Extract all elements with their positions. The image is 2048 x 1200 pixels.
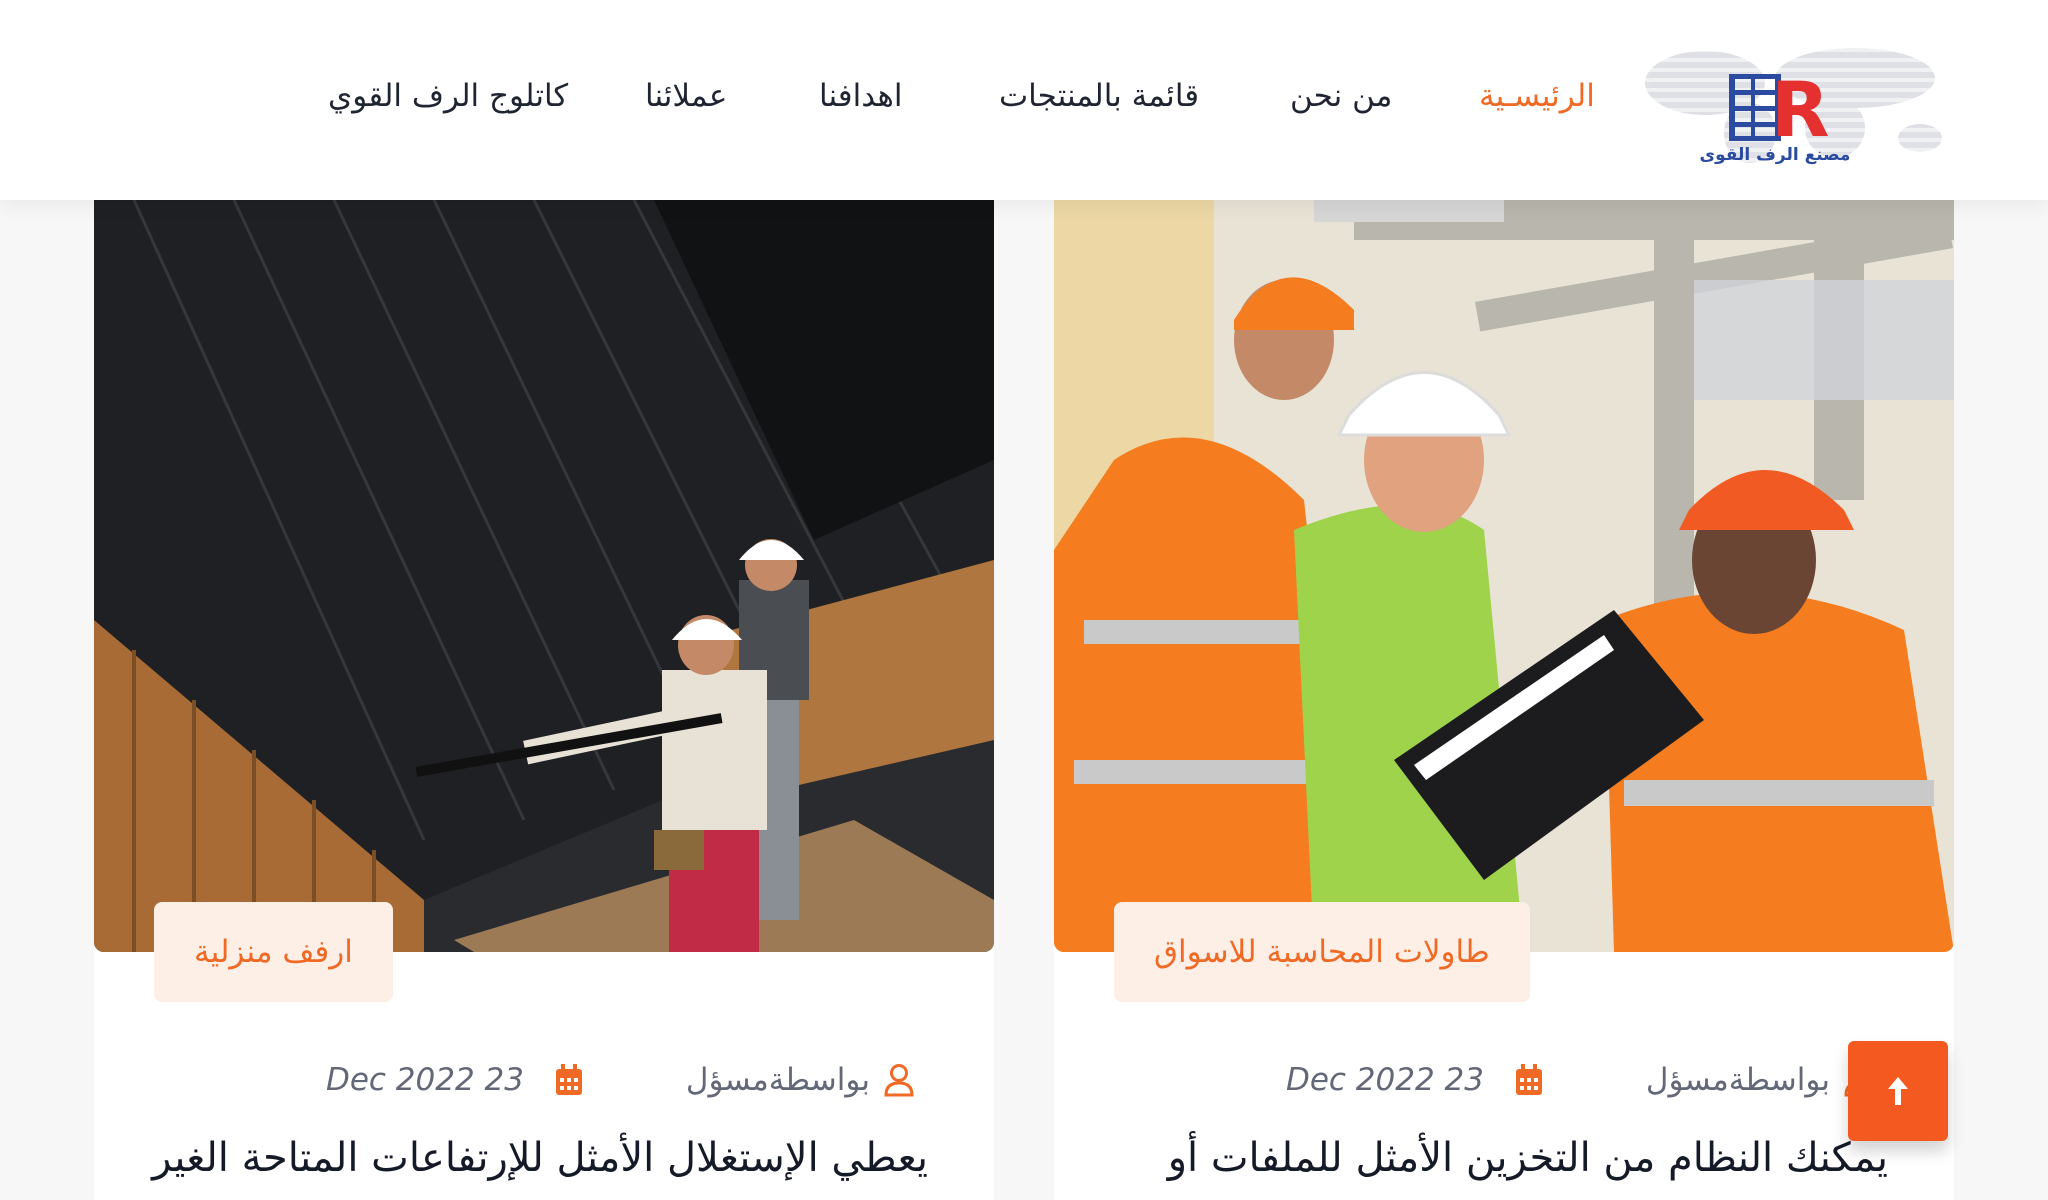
svg-text:مصنع الرف القوى: مصنع الرف القوى	[1700, 145, 1851, 165]
svg-text:R: R	[1771, 65, 1830, 154]
post-date: Dec 2022 23	[326, 1055, 584, 1105]
author-name: بواسطةمسؤل	[685, 1062, 870, 1098]
post-author[interactable]: بواسطةمسؤل	[1646, 1055, 1874, 1105]
post-author[interactable]: بواسطةمسؤل	[686, 1055, 914, 1105]
arrow-up-icon	[1888, 1077, 1908, 1105]
post-category-tag[interactable]: طاولات المحاسبة للاسواق	[1114, 902, 1530, 1002]
post-date: Dec 2022 23	[1286, 1055, 1544, 1105]
post-category-tag[interactable]: ارفف منزلية	[154, 902, 393, 1002]
site-header: R مصنع الرف القوى الرئيسـية من نحن قائمة…	[0, 0, 2048, 200]
author-name: بواسطةمسؤل	[1645, 1062, 1830, 1098]
post-image-workers[interactable]	[1054, 200, 1954, 952]
nav-products[interactable]: قائمة بالمنتجات	[999, 78, 1199, 122]
logo-graphic: R مصنع الرف القوى	[1635, 28, 1955, 165]
workers-illustration	[1054, 200, 1954, 952]
site-logo[interactable]: R مصنع الرف القوى	[1635, 28, 1955, 174]
user-icon	[884, 1064, 914, 1097]
nav-clients[interactable]: عملائنا	[645, 78, 727, 122]
blog-card[interactable]: ارفف منزلية بواسطةمسؤل Dec 2022 23 يعطي …	[94, 200, 994, 1200]
post-title[interactable]: يمكنك النظام من التخزين الأمثل للملفات أ…	[1168, 1135, 1888, 1181]
date-text: Dec 2022 23	[1285, 1062, 1484, 1098]
nav-home[interactable]: الرئيسـية	[1479, 78, 1595, 122]
calendar-icon	[556, 1064, 582, 1095]
date-text: Dec 2022 23	[325, 1062, 524, 1098]
calendar-icon	[1516, 1064, 1542, 1095]
nav-goals[interactable]: اهدافنا	[819, 78, 902, 122]
post-image-roofers[interactable]	[94, 200, 994, 952]
post-title[interactable]: يعطي الإستغلال الأمثل للإرتفاعات المتاحة…	[152, 1135, 928, 1181]
roofers-illustration	[94, 200, 994, 952]
nav-catalog[interactable]: كاتلوج الرف القوي	[328, 78, 568, 122]
nav-about[interactable]: من نحن	[1290, 78, 1392, 122]
blog-card[interactable]: طاولات المحاسبة للاسواق بواسطةمسؤل Dec 2…	[1054, 200, 1954, 1200]
scroll-to-top-button[interactable]	[1848, 1041, 1948, 1141]
